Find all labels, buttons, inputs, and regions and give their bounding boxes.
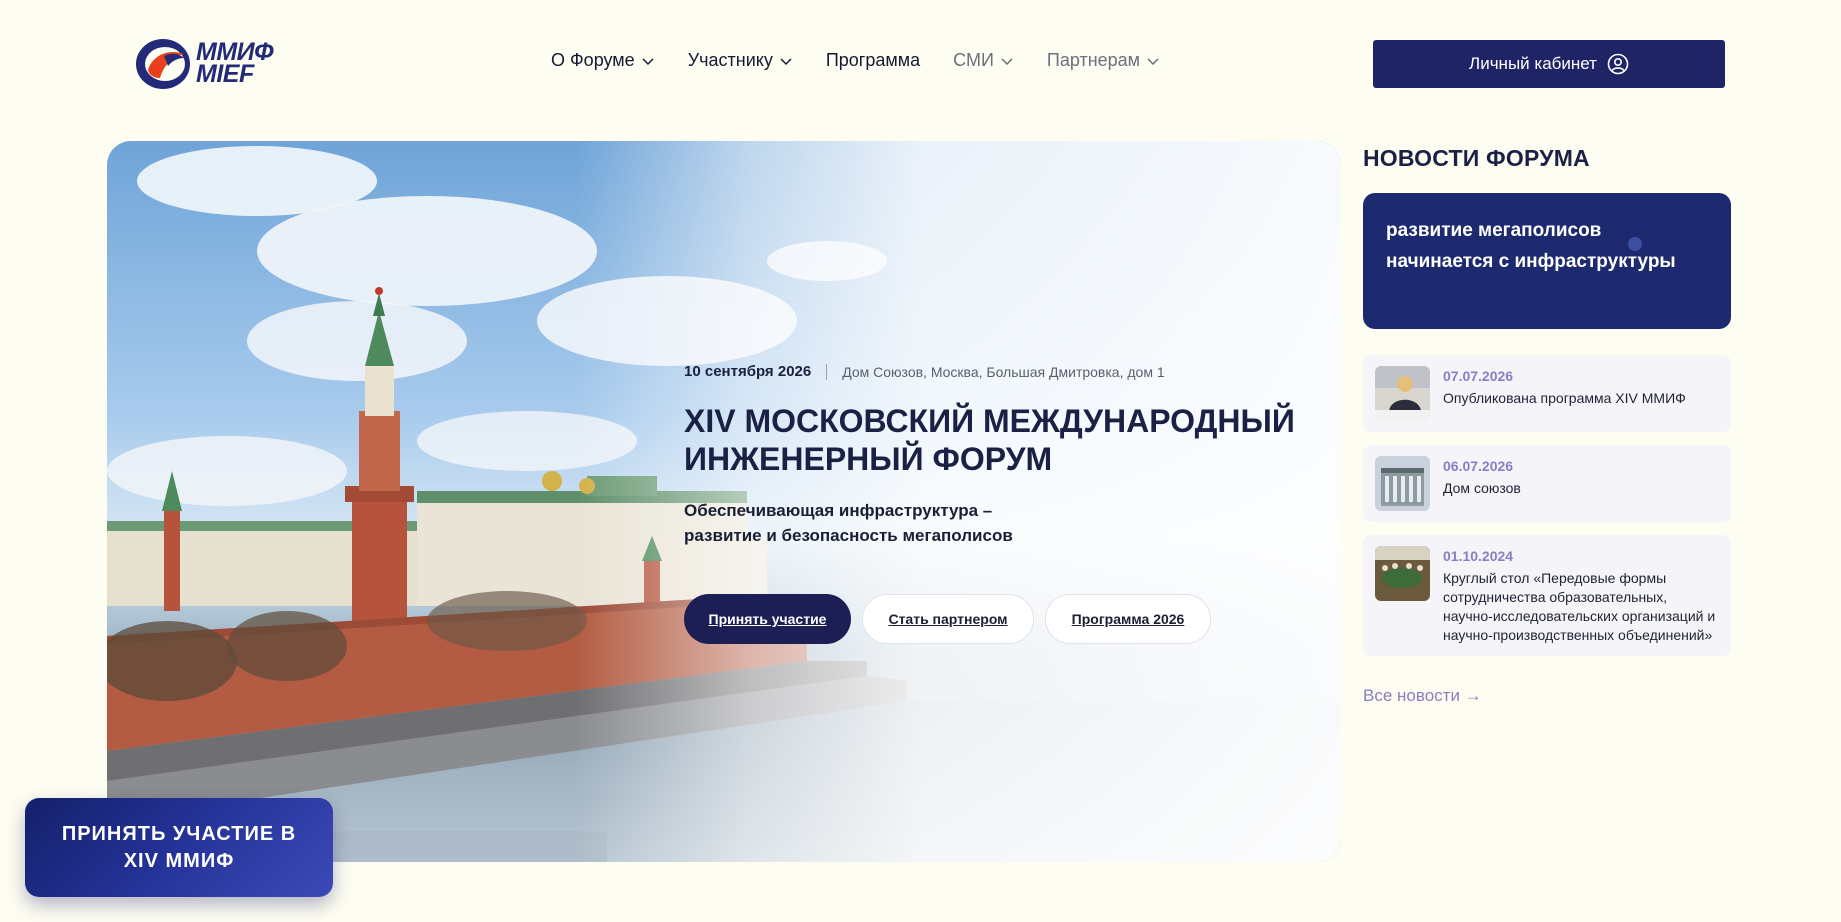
cta-label: ПРИНЯТЬ УЧАСТИЕ В XIV ММИФ (61, 822, 297, 872)
news-thumbnail (1375, 456, 1430, 511)
nav-item-partners[interactable]: Партнерам (1047, 50, 1160, 71)
nav-item-program[interactable]: Программа (826, 50, 920, 71)
event-meta: 10 сентября 2026 Дом Союзов, Москва, Бол… (684, 363, 1324, 380)
program-button[interactable]: Программа 2026 (1045, 594, 1211, 644)
event-date: 10 сентября 2026 (684, 363, 812, 380)
chevron-down-icon (1001, 57, 1013, 65)
nav-item-about[interactable]: О Форуме (551, 50, 655, 71)
become-partner-button[interactable]: Стать партнером (862, 594, 1034, 644)
news-date: 07.07.2026 (1443, 368, 1514, 384)
news-thumbnail (1375, 546, 1430, 601)
news-title: НОВОСТИ ФОРУМА (1363, 145, 1590, 171)
logo[interactable]: ММИФ MIEF (134, 34, 314, 92)
logo-text-en: MIEF (196, 60, 254, 88)
all-news-link[interactable]: Все новости → (1363, 686, 1731, 706)
event-place: Дом Союзов, Москва, Большая Дмитровка, д… (842, 363, 1165, 380)
news-date: 01.10.2024 (1443, 548, 1514, 564)
hero-banner: 10 сентября 2026 Дом Союзов, Москва, Бол… (107, 141, 1341, 862)
logo-mark-icon (136, 39, 190, 89)
news-item[interactable]: 07.07.2026 Опубликована программа XIV ММ… (1363, 355, 1731, 432)
nav-item-label: Программа (825, 50, 921, 70)
nav-item-participant[interactable]: Участнику (688, 50, 793, 71)
personal-account-label: Личный кабинет (1469, 54, 1597, 73)
nav-item-label: О Форуме (551, 50, 635, 70)
nav-item-media[interactable]: СМИ (953, 50, 1014, 71)
meta-divider (826, 363, 828, 380)
chevron-down-icon (780, 57, 792, 65)
site-header: ММИФ MIEF О Форуме Участнику Программа С… (0, 0, 1841, 128)
nav-item-label: СМИ (953, 50, 994, 70)
news-panel: НОВОСТИ ФОРУМА развитие мегаполисов начи… (1363, 141, 1731, 706)
hero-content: 10 сентября 2026 Дом Союзов, Москва, Бол… (684, 363, 1324, 644)
news-thumbnail (1375, 366, 1430, 421)
participate-button[interactable]: Принять участие (684, 594, 851, 644)
decor-dot (1628, 237, 1642, 251)
hero-buttons: Принять участие Стать партнером Программ… (684, 594, 1324, 644)
news-feature-card[interactable]: развитие мегаполисов начинается с инфрас… (1363, 193, 1731, 329)
news-date: 06.07.2026 (1443, 458, 1514, 474)
main-nav: О Форуме Участнику Программа СМИ Партнер… (551, 50, 1193, 71)
chevron-down-icon (1147, 57, 1159, 65)
user-circle-icon (1607, 53, 1629, 75)
news-headline: Дом союзов (1443, 480, 1521, 496)
nav-item-label: Участнику (687, 50, 773, 70)
hero-title: XIV МОСКОВСКИЙ МЕЖДУНАРОДНЫЙ ИНЖЕНЕРНЫЙ … (684, 403, 1295, 477)
news-item[interactable]: 06.07.2026 Дом союзов (1363, 445, 1731, 522)
news-headline: Круглый стол «Передовые формы сотрудниче… (1443, 570, 1716, 643)
news-headline: Опубликована программа XIV ММИФ (1443, 390, 1686, 406)
hero-subtitle: Обеспечивающая инфраструктура – развитие… (684, 501, 1013, 545)
chevron-down-icon (642, 57, 654, 65)
nav-item-label: Партнерам (1046, 50, 1141, 70)
participate-cta-button[interactable]: ПРИНЯТЬ УЧАСТИЕ В XIV ММИФ (25, 798, 333, 897)
personal-account-button[interactable]: Личный кабинет (1373, 40, 1725, 88)
news-item[interactable]: 01.10.2024 Круглый стол «Передовые формы… (1363, 535, 1731, 656)
